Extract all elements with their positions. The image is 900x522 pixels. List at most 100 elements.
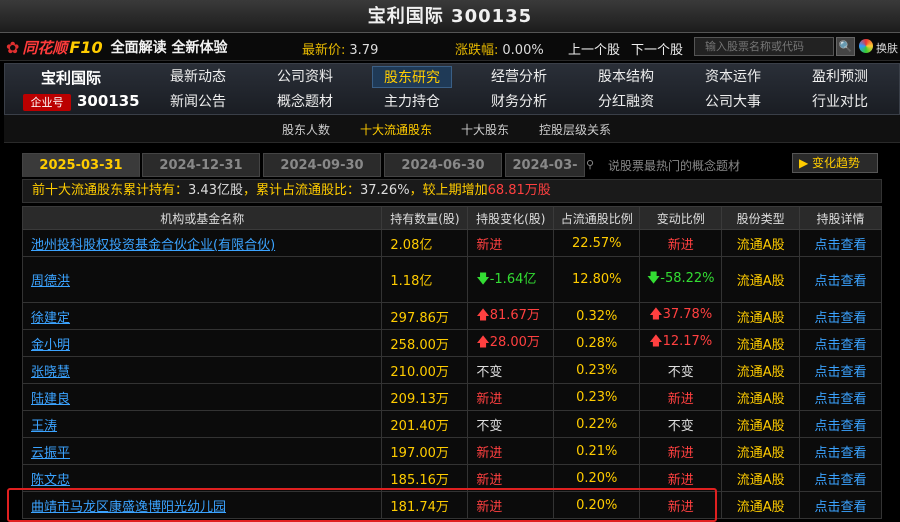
- view-detail-link[interactable]: 点击查看: [799, 491, 882, 519]
- holder-variation-cell: 🡅37.78%: [639, 302, 723, 330]
- holder-name-link[interactable]: 陈文忠: [31, 473, 70, 488]
- concept-search-input[interactable]: 说股票最热门的概念题材: [584, 156, 774, 176]
- arrow-down-icon: 🡇: [476, 271, 490, 287]
- prev-stock-button[interactable]: 上一个股: [568, 39, 620, 58]
- nav-news-announcements[interactable]: 新闻公告: [158, 91, 238, 113]
- holder-variation-cell: 🡅12.17%: [639, 329, 723, 357]
- table-row: 周德洪 1.18亿 🡇-1.64亿 12.80% 🡇-58.22% 流通A股 点击查看: [21, 256, 882, 303]
- share-type-cell: 流通A股: [721, 437, 801, 465]
- view-detail-link[interactable]: 点击查看: [799, 437, 882, 465]
- holder-variation-value: 新进: [667, 445, 694, 461]
- top10-float-holders-table: 机构或基金名称 持有数量(股) 持股变化(股) 占流通股比例 变动比例 股份类型…: [21, 206, 882, 519]
- subnav-holding-hierarchy[interactable]: 控股层级关系: [539, 121, 611, 138]
- holder-ratio-cell: 0.32%: [553, 302, 641, 330]
- holder-name-link[interactable]: 徐建定: [31, 311, 70, 326]
- holder-name-link[interactable]: 云振平: [31, 446, 70, 461]
- view-detail-link[interactable]: 点击查看: [799, 356, 882, 384]
- stock-code: 300135: [77, 92, 140, 110]
- holdings-summary: 前十大流通股东累计持有：3.43亿股，累计占流通股比：37.26%，较上期增加6…: [22, 179, 882, 203]
- nav-latest-news[interactable]: 最新动态: [158, 66, 238, 88]
- view-detail-link[interactable]: 点击查看: [799, 302, 882, 330]
- nav-main-holdings[interactable]: 主力持仓: [372, 91, 452, 113]
- nav-industry-comparison[interactable]: 行业对比: [800, 91, 880, 113]
- holder-variation-cell: 新进: [639, 464, 723, 492]
- nav-shareholder-research[interactable]: 股东研究: [372, 66, 452, 88]
- holder-variation-value: 新进: [667, 237, 694, 253]
- holder-change-cell: 🡅81.67万: [467, 302, 555, 330]
- holder-name-cell: 曲靖市马龙区康盛逸博阳光幼儿园: [21, 491, 383, 519]
- next-stock-button[interactable]: 下一个股: [631, 39, 683, 58]
- skin-button[interactable]: 换肤: [876, 40, 898, 56]
- arrow-down-icon: 🡇: [646, 270, 661, 286]
- brand-f10: F10: [69, 37, 103, 57]
- nav-capital-operations[interactable]: 资本运作: [693, 66, 773, 88]
- trend-button[interactable]: ▶ 变化趋势: [792, 153, 878, 173]
- date-tab-2024-06-30[interactable]: 2024-06-30: [384, 153, 502, 177]
- nav-capital-structure[interactable]: 股本结构: [586, 66, 666, 88]
- nav-profit-forecast[interactable]: 盈利预测: [800, 66, 880, 88]
- toolbar: ✿ 同花顺 F10 全面解读 全新体验 最新价: 3.79 涨跌幅: 0.00% 上…: [0, 33, 900, 61]
- col-detail: 持股详情: [799, 206, 882, 230]
- share-type-cell: 流通A股: [721, 329, 801, 357]
- nav-financial-analysis[interactable]: 财务分析: [479, 91, 559, 113]
- view-detail-link[interactable]: 点击查看: [799, 229, 882, 257]
- table-row: 王涛 201.40万 不变 0.22% 不变 流通A股 点击查看: [21, 410, 882, 438]
- share-type-cell: 流通A股: [721, 491, 801, 519]
- summary-ratio: 37.26%: [359, 183, 410, 198]
- view-detail-link[interactable]: 点击查看: [799, 464, 882, 492]
- nav-concept-themes[interactable]: 概念题材: [265, 91, 345, 113]
- trend-label: 变化趋势: [812, 156, 861, 170]
- holder-name-cell: 金小明: [21, 329, 383, 357]
- view-detail-link[interactable]: 点击查看: [799, 383, 882, 411]
- arrow-up-icon: 🡅: [649, 307, 663, 322]
- nav-company-info[interactable]: 公司资料: [265, 66, 345, 88]
- brand: ✿ 同花顺 F10 全面解读 全新体验: [6, 37, 228, 57]
- nav-company-events[interactable]: 公司大事: [693, 91, 773, 113]
- holder-name-link[interactable]: 金小明: [31, 338, 70, 353]
- subnav-top10-float-holders[interactable]: 十大流通股东: [360, 121, 432, 138]
- table-header-row: 机构或基金名称 持有数量(股) 持股变化(股) 占流通股比例 变动比例 股份类型…: [21, 206, 882, 230]
- holder-name-link[interactable]: 周德洪: [31, 274, 70, 289]
- nav-business-analysis[interactable]: 经营分析: [479, 66, 559, 88]
- nav-dividend-financing[interactable]: 分红融资: [586, 91, 666, 113]
- holder-change-value: 不变: [476, 364, 503, 380]
- holder-change-value: 不变: [476, 418, 503, 434]
- latest-price: 最新价: 3.79: [302, 39, 378, 58]
- holder-name-link[interactable]: 张晓慧: [31, 365, 70, 380]
- holder-name-link[interactable]: 王涛: [31, 419, 57, 434]
- holder-name-link[interactable]: 池州投科股权投资基金合伙企业(有限合伙): [31, 238, 275, 253]
- view-detail-link[interactable]: 点击查看: [799, 329, 882, 357]
- share-type-cell: 流通A股: [721, 410, 801, 438]
- subnav-shareholder-count[interactable]: 股东人数: [282, 121, 330, 138]
- stock-search-input[interactable]: [694, 37, 834, 56]
- enterprise-badge[interactable]: 企业号: [23, 94, 71, 111]
- holder-qty-cell: 181.74万: [381, 491, 469, 519]
- holder-qty-cell: 210.00万: [381, 356, 469, 384]
- view-detail-link[interactable]: 点击查看: [799, 410, 882, 438]
- date-tab-2024-03-31[interactable]: 2024-03-31: [505, 153, 585, 177]
- table-row: 池州投科股权投资基金合伙企业(有限合伙) 2.08亿 新进 22.57% 新进 流通A股点…: [21, 229, 882, 257]
- date-tab-2024-12-31[interactable]: 2024-12-31: [142, 153, 260, 177]
- holder-change-cell: 新进: [467, 437, 555, 465]
- holder-change-value: 新进: [476, 391, 503, 407]
- share-type-cell: 流通A股: [721, 464, 801, 492]
- play-icon: ▶: [799, 156, 813, 170]
- search-icon[interactable]: 🔍: [836, 37, 855, 56]
- date-tab-2025-03-31[interactable]: 2025-03-31: [22, 153, 140, 177]
- skin-icon[interactable]: [859, 39, 873, 53]
- holder-ratio-cell: 0.20%: [553, 491, 641, 519]
- holder-variation-value: 不变: [667, 364, 694, 380]
- arrow-up-icon: 🡅: [476, 308, 490, 323]
- holder-qty-cell: 1.18亿: [381, 256, 469, 303]
- holder-variation-cell: 新进: [639, 437, 723, 465]
- date-tab-2024-09-30[interactable]: 2024-09-30: [263, 153, 381, 177]
- subnav-top10-holders[interactable]: 十大股东: [461, 121, 509, 138]
- holder-name-cell: 陆建良: [21, 383, 383, 411]
- view-detail-link[interactable]: 点击查看: [799, 256, 882, 303]
- holder-qty-cell: 297.86万: [381, 302, 469, 330]
- holder-name-link[interactable]: 曲靖市马龙区康盛逸博阳光幼儿园: [31, 500, 226, 515]
- holder-change-cell: 新进: [467, 383, 555, 411]
- holder-name-link[interactable]: 陆建良: [31, 392, 70, 407]
- table-row: 徐建定 297.86万 🡅81.67万 0.32% 🡅37.78% 流通A股 点击查看: [21, 302, 882, 330]
- col-change: 持股变化(股): [467, 206, 555, 230]
